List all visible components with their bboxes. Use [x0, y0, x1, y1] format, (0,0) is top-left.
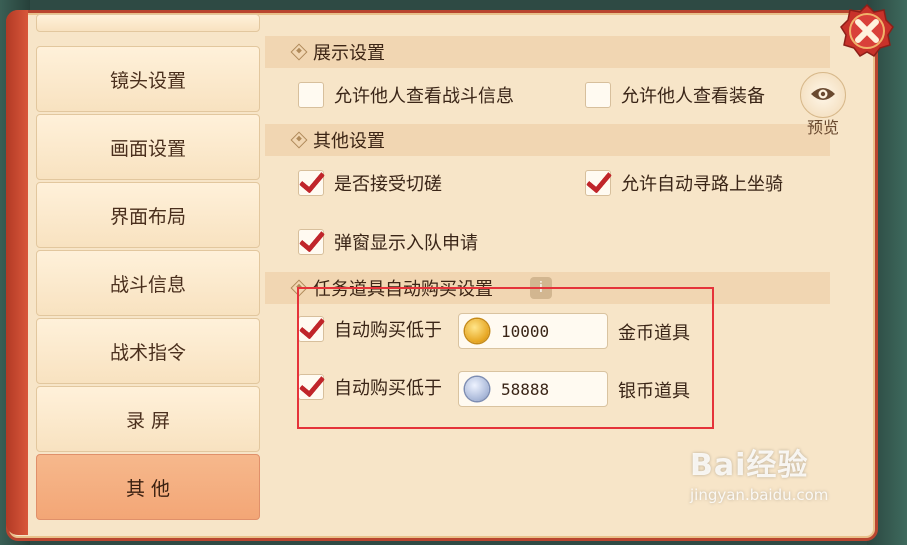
sidebar-item-other[interactable]: 其 他: [36, 454, 260, 520]
option-label: 允许他人查看装备: [621, 86, 765, 107]
option-label: 允许自动寻路上坐骑: [621, 174, 783, 195]
watermark-url: jingyan.baidu.com: [690, 486, 829, 504]
checkbox-checked[interactable]: [298, 229, 324, 255]
option-label: 弹窗显示入队申请: [334, 233, 478, 254]
highlight-box: [297, 287, 714, 429]
sidebar-item-label: 其 他: [125, 477, 171, 500]
eye-icon: [800, 72, 846, 118]
sidebar-item-label: 录 屏: [125, 409, 171, 432]
checkbox[interactable]: [585, 82, 611, 108]
section-other-header: 其他设置: [265, 124, 830, 156]
sidebar-item-label: 战术指令: [109, 341, 186, 364]
option-allow-view-battle-info[interactable]: 允许他人查看战斗信息: [298, 82, 514, 108]
sidebar-item-label: 画面设置: [109, 137, 186, 160]
sidebar-item-partial: [36, 14, 260, 32]
close-button[interactable]: [838, 2, 896, 60]
option-allow-view-equipment[interactable]: 允许他人查看装备: [585, 82, 765, 108]
panel-left-border: [6, 10, 28, 535]
sidebar-item-tactics[interactable]: 战术指令: [36, 318, 260, 384]
close-icon: [840, 3, 894, 57]
sidebar-item-label: 战斗信息: [109, 273, 186, 296]
checkbox-checked[interactable]: [298, 170, 324, 196]
checkbox-checked[interactable]: [585, 170, 611, 196]
diamond-icon: [290, 43, 308, 61]
section-title: 展示设置: [313, 43, 385, 64]
option-auto-mount[interactable]: 允许自动寻路上坐骑: [585, 170, 783, 196]
sidebar-item-record[interactable]: 录 屏: [36, 386, 260, 452]
sidebar-item-camera[interactable]: 镜头设置: [36, 46, 260, 112]
option-popup-team-request[interactable]: 弹窗显示入队申请: [298, 229, 478, 255]
settings-sidebar: 镜头设置 画面设置 界面布局 战斗信息 战术指令 录 屏 其 他: [36, 14, 260, 524]
option-label: 允许他人查看战斗信息: [334, 86, 514, 107]
preview-button[interactable]: 预览: [798, 72, 848, 137]
sidebar-item-label: 镜头设置: [109, 69, 186, 92]
diamond-icon: [290, 131, 308, 149]
option-label: 是否接受切磋: [334, 174, 442, 195]
sidebar-item-graphics[interactable]: 画面设置: [36, 114, 260, 180]
option-accept-duel[interactable]: 是否接受切磋: [298, 170, 442, 196]
baidu-watermark: Bai经验 jingyan.baidu.com: [690, 440, 870, 520]
sidebar-item-battle-info[interactable]: 战斗信息: [36, 250, 260, 316]
section-title: 其他设置: [313, 131, 385, 152]
checkbox[interactable]: [298, 82, 324, 108]
sidebar-item-label: 界面布局: [109, 205, 186, 228]
sidebar-item-layout[interactable]: 界面布局: [36, 182, 260, 248]
section-display-header: 展示设置: [265, 36, 830, 68]
watermark-main: Bai经验: [690, 448, 809, 483]
